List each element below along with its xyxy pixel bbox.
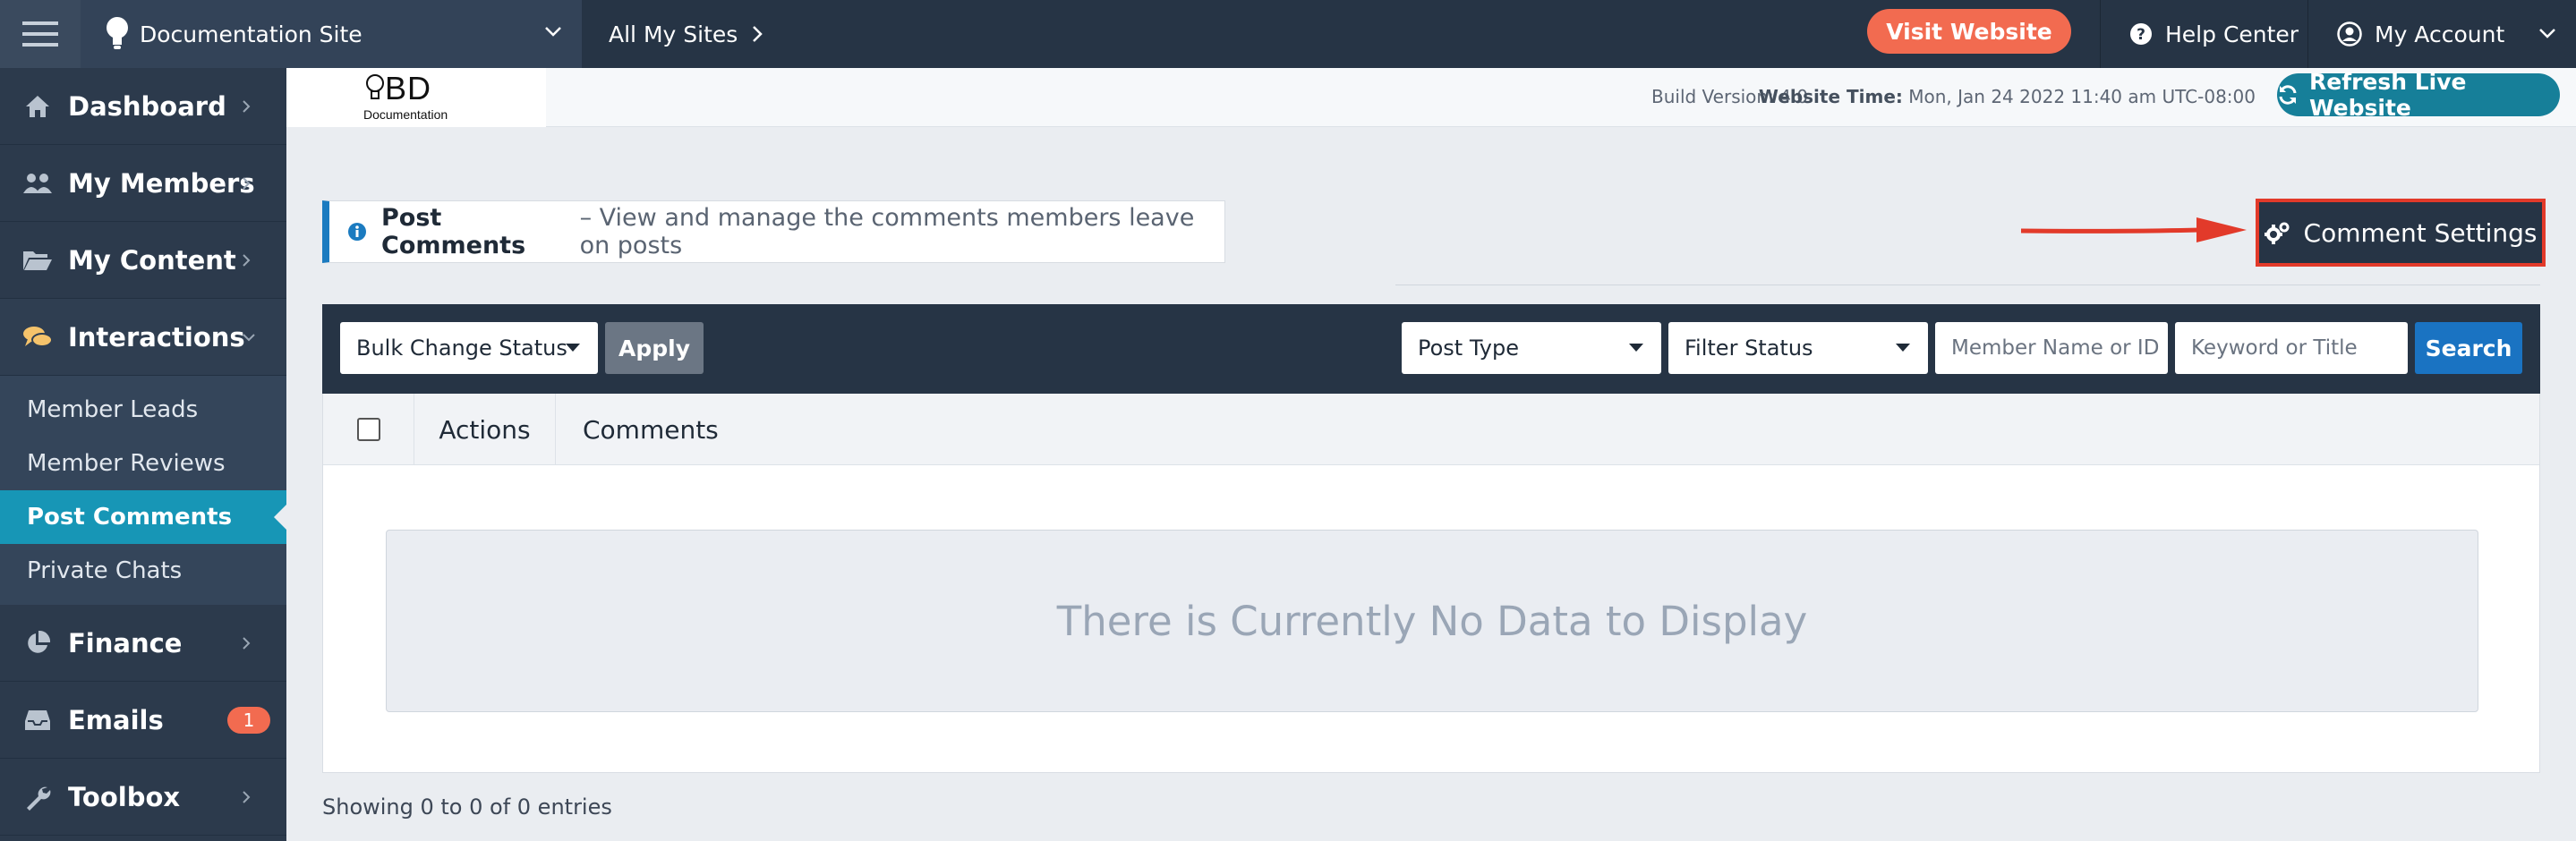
table-header: Actions Comments xyxy=(323,394,2539,465)
top-bar: Documentation Site All My Sites Visit We… xyxy=(0,0,2576,68)
comment-settings-label: Comment Settings xyxy=(2303,217,2538,248)
empty-state-message: There is Currently No Data to Display xyxy=(386,530,2478,712)
site-name: Documentation Site xyxy=(140,21,363,47)
chevron-right-icon xyxy=(242,253,251,268)
sidebar-subitem-private-chats[interactable]: Private Chats xyxy=(0,544,286,598)
annotation-arrow-icon xyxy=(2021,215,2250,247)
chevron-down-icon xyxy=(544,25,562,38)
users-icon xyxy=(21,172,54,195)
all-sites-link[interactable]: All My Sites xyxy=(582,0,763,68)
logo-subtext: Documentation xyxy=(363,107,448,122)
member-name-input[interactable]: Member Name or ID xyxy=(1935,322,2168,374)
select-all-checkbox[interactable] xyxy=(356,418,380,441)
user-circle-icon xyxy=(2337,21,2362,47)
gears-icon xyxy=(2264,221,2304,244)
site-selector[interactable]: Documentation Site xyxy=(81,0,582,68)
select-all-cell xyxy=(323,394,414,465)
chevron-down-icon xyxy=(242,333,256,342)
unread-count-badge: 1 xyxy=(227,707,270,734)
help-center-link[interactable]: ? Help Center xyxy=(2100,0,2299,68)
sidebar-item-label: My Content xyxy=(68,244,236,276)
entries-count: Showing 0 to 0 of 0 entries xyxy=(322,794,612,820)
page-description: – View and manage the comments members l… xyxy=(579,204,1195,259)
hamburger-icon xyxy=(22,21,58,47)
website-time: Website Time: Mon, Jan 24 2022 11:40 am … xyxy=(1759,86,2256,107)
sidebar-item-finance[interactable]: Finance xyxy=(0,605,286,682)
folder-open-icon xyxy=(21,249,54,272)
refresh-live-website-button[interactable]: Refresh Live Website xyxy=(2277,69,2560,121)
sidebar-item-my-members[interactable]: My Members xyxy=(0,145,286,222)
column-header-actions[interactable]: Actions xyxy=(414,394,556,465)
sidebar-subitem-post-comments[interactable]: Post Comments xyxy=(0,490,286,544)
filter-status-select[interactable]: Filter Status xyxy=(1668,322,1928,374)
sidebar: Dashboard My Members My Content Interact… xyxy=(0,68,286,841)
sidebar-item-my-content[interactable]: My Content xyxy=(0,222,286,299)
chevron-right-icon xyxy=(242,790,251,804)
sidebar-item-interactions[interactable]: Interactions xyxy=(0,299,286,376)
page-title: Post Comments – View and manage the comm… xyxy=(322,200,1225,263)
caret-down-icon xyxy=(1896,344,1910,352)
sidebar-item-emails[interactable]: Emails 1 xyxy=(0,682,286,759)
website-time-label: Website Time: xyxy=(1758,86,1903,107)
chevron-right-icon xyxy=(752,25,763,43)
question-circle-icon: ? xyxy=(2129,22,2153,46)
sidebar-item-toolbox[interactable]: Toolbox xyxy=(0,759,286,836)
chat-icon xyxy=(21,325,54,350)
comments-table: Actions Comments There is Currently No D… xyxy=(322,394,2540,773)
sidebar-subitem-member-reviews[interactable]: Member Reviews xyxy=(0,437,286,490)
sidebar-subitem-member-leads[interactable]: Member Leads xyxy=(0,383,286,437)
sidebar-item-label: Toolbox xyxy=(68,781,181,812)
svg-text:?: ? xyxy=(2137,26,2145,44)
sidebar-item-dashboard[interactable]: Dashboard xyxy=(0,68,286,145)
caret-down-icon xyxy=(1629,344,1643,352)
wrench-icon xyxy=(21,784,54,811)
page-title-text: Post Comments xyxy=(381,204,526,259)
home-icon xyxy=(21,94,54,119)
post-type-value: Post Type xyxy=(1418,336,1519,361)
my-account-label: My Account xyxy=(2375,21,2505,47)
interactions-submenu: Member Leads Member Reviews Post Comment… xyxy=(0,376,286,605)
refresh-label: Refresh Live Website xyxy=(2309,69,2467,121)
sidebar-item-label: Finance xyxy=(68,627,183,658)
keyword-input[interactable]: Keyword or Title xyxy=(2175,322,2408,374)
header-strip: BD Documentation Build Version: 4.0 Webs… xyxy=(286,68,2576,127)
menu-toggle-button[interactable] xyxy=(0,0,81,68)
site-logo[interactable]: BD Documentation xyxy=(286,68,546,127)
bulk-change-status-value: Bulk Change Status xyxy=(356,336,567,361)
apply-button[interactable]: Apply xyxy=(605,322,704,374)
info-circle-icon xyxy=(347,222,367,242)
visit-website-button[interactable]: Visit Website xyxy=(1867,9,2071,54)
chevron-down-icon xyxy=(2538,27,2556,39)
filter-toolbar: Bulk Change Status Apply Post Type Filte… xyxy=(322,304,2540,394)
chevron-right-icon xyxy=(242,99,251,114)
help-center-label: Help Center xyxy=(2165,21,2299,47)
chevron-right-icon xyxy=(242,636,251,650)
column-header-comments[interactable]: Comments xyxy=(556,394,719,465)
filter-status-value: Filter Status xyxy=(1685,336,1813,361)
chevron-right-icon xyxy=(242,176,251,191)
my-account-menu[interactable]: My Account xyxy=(2307,0,2576,68)
inbox-icon xyxy=(21,709,54,732)
sidebar-item-label: Interactions xyxy=(68,321,245,353)
comment-settings-button[interactable]: Comment Settings xyxy=(2256,199,2546,267)
pie-chart-icon xyxy=(21,630,54,657)
sidebar-item-label: My Members xyxy=(68,167,255,199)
caret-down-icon xyxy=(566,344,580,352)
lightbulb-icon xyxy=(106,16,129,52)
post-type-select[interactable]: Post Type xyxy=(1402,322,1661,374)
refresh-icon xyxy=(2277,84,2309,106)
sidebar-item-label: Emails xyxy=(68,704,164,735)
search-button[interactable]: Search xyxy=(2415,322,2522,374)
logo-text: BD xyxy=(385,70,432,106)
sidebar-item-label: Dashboard xyxy=(68,90,226,122)
bulk-change-status-select[interactable]: Bulk Change Status xyxy=(340,322,598,374)
website-time-value: Mon, Jan 24 2022 11:40 am UTC-08:00 xyxy=(1908,86,2256,107)
all-sites-label: All My Sites xyxy=(609,21,738,47)
